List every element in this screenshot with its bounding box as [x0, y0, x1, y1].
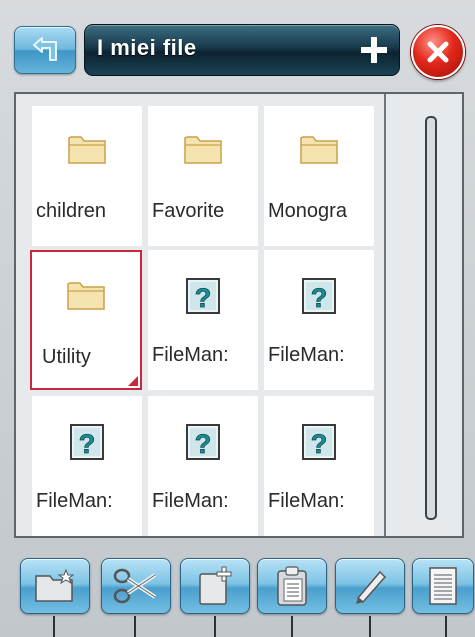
toolbar-tick — [369, 616, 371, 637]
cut-button[interactable] — [101, 558, 171, 614]
file-tile[interactable]: ? FileMan: — [264, 250, 374, 390]
new-file-icon — [199, 566, 232, 605]
toolbar-tick — [134, 616, 136, 637]
file-tile[interactable]: Favorite — [148, 106, 258, 246]
add-icon[interactable] — [359, 35, 389, 65]
file-browser-panel: children Favorite Monogra Utility ? File… — [14, 92, 464, 538]
scrollbar[interactable] — [425, 116, 437, 520]
svg-text:?: ? — [195, 283, 212, 313]
pencil-icon — [356, 570, 387, 604]
up-folder-button[interactable] — [14, 26, 76, 74]
file-label: FileMan: — [268, 490, 345, 512]
file-tile[interactable]: ? FileMan: — [148, 396, 258, 536]
unknown-file-icon: ? — [186, 278, 220, 314]
new-folder-icon — [35, 568, 75, 602]
file-tile[interactable]: ? FileMan: — [32, 396, 142, 536]
svg-text:?: ? — [195, 429, 212, 459]
file-manager-window: I miei file children Favorite Monogra Ut… — [0, 0, 475, 637]
svg-text:?: ? — [79, 429, 96, 459]
file-label: Monogra — [268, 200, 347, 222]
document-icon — [429, 567, 457, 605]
folder-icon — [300, 136, 338, 164]
unknown-file-icon: ? — [186, 424, 220, 460]
paste-button[interactable] — [257, 558, 327, 614]
file-label: children — [36, 200, 107, 222]
title-bar: I miei file — [84, 24, 400, 76]
rename-button[interactable] — [335, 558, 405, 614]
file-tile[interactable]: ? FileMan: — [264, 396, 374, 536]
new-file-button[interactable] — [180, 558, 250, 614]
svg-text:?: ? — [311, 283, 328, 313]
toolbar-tick — [445, 616, 447, 637]
file-label: FileMan: — [36, 490, 113, 512]
folder-icon — [184, 136, 222, 164]
toolbar-tick — [291, 616, 293, 637]
page-title: I miei file — [97, 35, 197, 60]
toolbar-tick — [214, 616, 216, 637]
file-label: FileMan: — [152, 344, 229, 366]
clipboard-icon — [277, 566, 307, 606]
selection-corner-icon — [128, 376, 138, 386]
close-button[interactable] — [411, 25, 465, 79]
file-label: Favorite — [152, 200, 225, 222]
file-tile-selected[interactable]: Utility — [30, 250, 142, 390]
panel-divider — [384, 94, 386, 536]
file-label: Utility — [42, 346, 91, 368]
close-icon — [427, 41, 449, 63]
new-folder-button[interactable] — [20, 558, 90, 614]
folder-icon — [67, 282, 105, 310]
properties-button[interactable] — [412, 558, 474, 614]
unknown-file-icon: ? — [70, 424, 104, 460]
file-tile[interactable]: ? FileMan: — [148, 250, 258, 390]
svg-text:?: ? — [311, 429, 328, 459]
file-label: FileMan: — [268, 344, 345, 366]
file-label: FileMan: — [152, 490, 229, 512]
toolbar-tick — [53, 616, 55, 637]
unknown-file-icon: ? — [302, 424, 336, 460]
file-tile[interactable]: children — [32, 106, 142, 246]
scissors-icon — [113, 568, 157, 604]
up-arrow-icon — [33, 37, 57, 61]
unknown-file-icon: ? — [302, 278, 336, 314]
file-tile[interactable]: Monogra — [264, 106, 374, 246]
folder-icon — [68, 136, 106, 164]
